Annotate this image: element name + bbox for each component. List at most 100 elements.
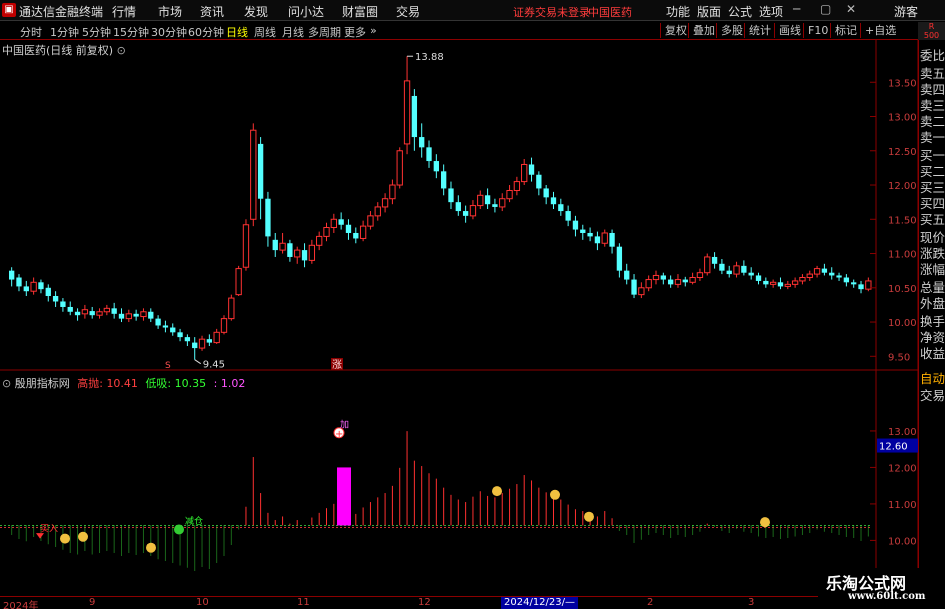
tool-mark[interactable]: 标记	[830, 23, 857, 38]
period-15min[interactable]: 15分钟	[113, 24, 149, 40]
menu-discover[interactable]: 发现	[244, 3, 268, 20]
candle	[426, 140, 432, 168]
period-tick[interactable]: 分时	[20, 24, 42, 40]
candle-body	[381, 198, 389, 208]
auto-trade-button[interactable]: 自动	[920, 371, 945, 386]
candle	[492, 198, 498, 213]
candle	[528, 157, 535, 182]
candle	[103, 304, 111, 316]
period-multi[interactable]: 多周期	[308, 24, 341, 40]
close-icon[interactable]: ✕	[846, 2, 856, 16]
kline-chart[interactable]: 13.88 9.45 S 涨 13.50 13.00 12.50 12.00 11.50 11.…	[0, 40, 918, 596]
main-legend-label: 中国医药(日线 前复权)	[2, 44, 114, 57]
tool-multi-stock[interactable]: 多股	[716, 23, 743, 38]
quote-row-income: 收益	[920, 346, 945, 361]
period-daily[interactable]: 日线	[226, 24, 248, 40]
menu-ask[interactable]: 问小达	[288, 3, 324, 20]
candle-body	[631, 279, 637, 295]
candle	[308, 239, 316, 264]
legend-settings-icon[interactable]: ⊙	[117, 44, 126, 57]
menu-wealth[interactable]: 财富圈	[342, 3, 378, 20]
candle-body	[829, 272, 835, 276]
tool-stats[interactable]: 统计	[744, 23, 771, 38]
menu-trade[interactable]: 交易	[396, 3, 420, 20]
maximize-icon[interactable]: ▢	[820, 2, 831, 16]
candle	[177, 328, 183, 342]
candle	[733, 261, 740, 278]
menu-function[interactable]: 功能	[666, 3, 690, 20]
period-60min[interactable]: 60分钟	[188, 24, 224, 40]
candle	[484, 188, 491, 209]
indicator-legend: ⊙ 殷朋指标网 高抛: 10.41 低吸: 10.35 : 1.02	[2, 375, 245, 391]
tool-f10[interactable]: F10	[803, 23, 828, 38]
candle-body	[170, 327, 176, 333]
period-more[interactable]: 更多	[344, 24, 366, 40]
legend-toggle-icon[interactable]: ⊙	[2, 377, 11, 390]
menu-market[interactable]: 市场	[158, 3, 182, 20]
candle-body	[763, 280, 769, 285]
money-bag-icon	[78, 531, 88, 542]
candle-body	[353, 232, 359, 239]
candle-body	[784, 283, 791, 287]
period-more-arrow-icon[interactable]: »	[370, 24, 377, 37]
candle	[645, 275, 652, 292]
candle	[631, 274, 637, 299]
candle-body	[836, 275, 842, 278]
candle-body	[345, 224, 352, 233]
candle-body	[272, 239, 278, 251]
period-1min[interactable]: 1分钟	[50, 24, 79, 40]
candle	[448, 181, 454, 209]
user-guest[interactable]: 游客	[894, 3, 918, 20]
candle-body	[704, 256, 711, 274]
tool-draw[interactable]: 画线	[774, 23, 801, 38]
period-monthly[interactable]: 月线	[282, 24, 304, 40]
candle-body	[674, 279, 682, 285]
menu-news[interactable]: 资讯	[200, 3, 224, 20]
candle-body	[799, 277, 806, 282]
candle	[23, 280, 29, 297]
candle	[594, 231, 601, 251]
menu-formula[interactable]: 公式	[728, 3, 752, 20]
candle	[441, 164, 447, 196]
candle-body	[359, 225, 367, 239]
candle-body	[103, 307, 111, 313]
login-notice[interactable]: 证券交易未登录	[513, 4, 590, 20]
menu-layout[interactable]: 版面	[697, 3, 721, 20]
fa-signal-label: 减仓	[185, 515, 203, 527]
candle-body	[733, 265, 740, 275]
candle-body	[16, 277, 22, 287]
candle-body	[192, 342, 198, 349]
menu-quotes[interactable]: 行情	[112, 3, 136, 20]
candle	[133, 309, 139, 321]
candle-body	[682, 279, 688, 283]
candle	[462, 205, 469, 223]
candle-body	[89, 311, 95, 316]
candle	[741, 260, 747, 276]
x-label-10: 10	[196, 597, 209, 608]
menu-options[interactable]: 选项	[759, 3, 783, 20]
candle-body	[455, 202, 461, 212]
candle	[543, 185, 549, 205]
candle-body	[426, 147, 432, 162]
tool-adjust[interactable]: 复权	[660, 23, 687, 38]
candle	[652, 270, 660, 285]
quote-row-sell1: 卖一	[920, 130, 945, 145]
candle-body	[287, 243, 293, 257]
minimize-icon[interactable]: ─	[793, 2, 800, 16]
candle	[821, 263, 828, 276]
rights-badge[interactable]: R 500	[918, 22, 945, 40]
period-30min[interactable]: 30分钟	[151, 24, 187, 40]
app-logo-icon: ▣	[2, 3, 16, 17]
quote-row-trade[interactable]: 交易	[920, 388, 945, 403]
candle	[777, 277, 784, 290]
price-tick-label: 12.50	[888, 147, 917, 158]
period-5min[interactable]: 5分钟	[82, 24, 111, 40]
quote-row-nav: 净资	[920, 330, 945, 345]
legend-ratio-value: 1.02	[220, 377, 246, 390]
candle-body	[741, 265, 747, 273]
candle	[170, 323, 176, 336]
candle-body	[294, 249, 301, 258]
tool-overlay[interactable]: 叠加	[688, 23, 715, 38]
period-weekly[interactable]: 周线	[254, 24, 276, 40]
tool-add-watchlist[interactable]: +自选	[860, 23, 896, 38]
